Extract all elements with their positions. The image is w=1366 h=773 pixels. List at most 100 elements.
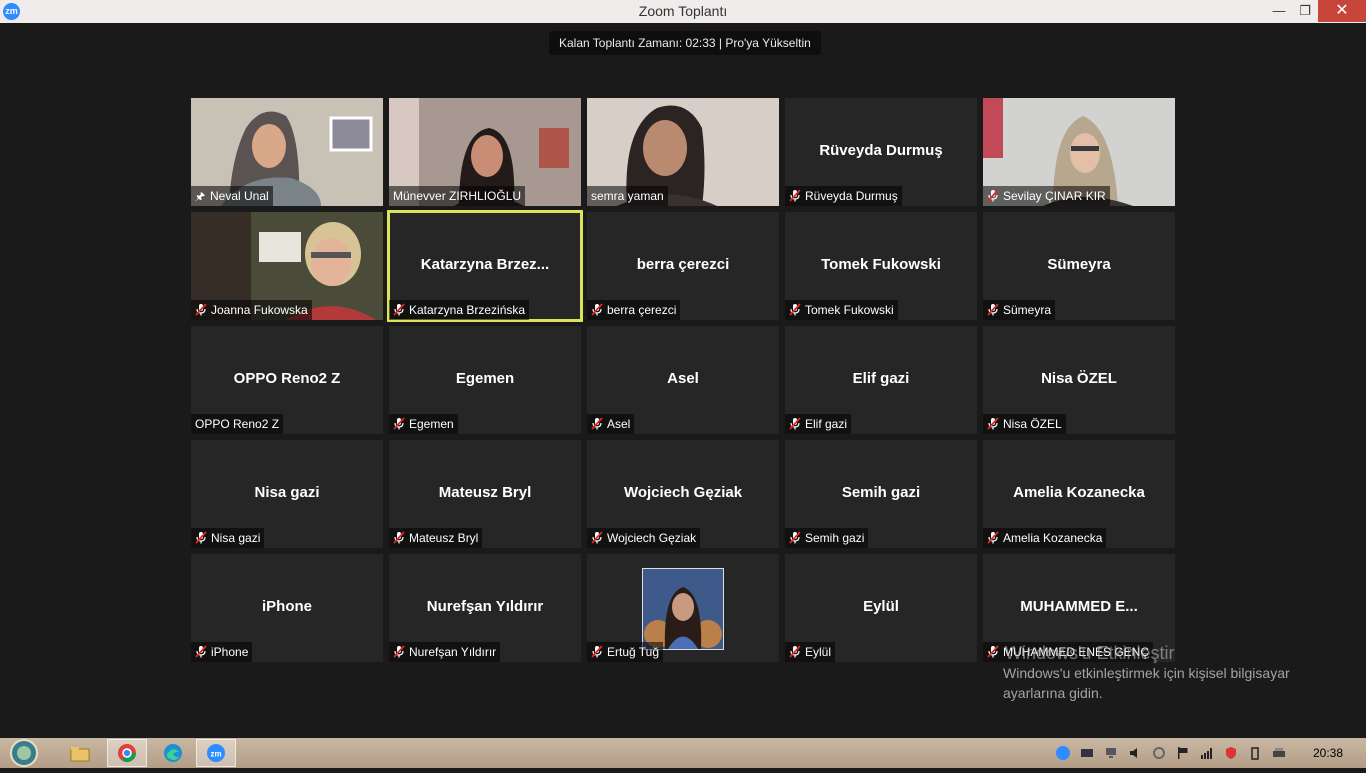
participant-name: iPhone bbox=[211, 645, 249, 659]
muted-mic-icon bbox=[591, 531, 603, 544]
participant-name: OPPO Reno2 Z bbox=[195, 417, 280, 431]
participant-tile[interactable]: 🖈 Neval Unal bbox=[191, 98, 383, 206]
participant-name-label: iPhone bbox=[191, 642, 253, 662]
participant-display-name: Eylül bbox=[863, 598, 899, 615]
network-tray-icon[interactable] bbox=[1104, 746, 1118, 760]
participant-name-label: Joanna Fukowska bbox=[191, 300, 312, 320]
participant-name-label: Nisa ÖZEL bbox=[983, 414, 1066, 434]
participant-gallery: 🖈 Neval Unal Münevver ZIRHLIOĞLU semra yama… bbox=[191, 98, 1175, 662]
participant-tile[interactable]: berra çerezci berra çerezci bbox=[587, 212, 779, 320]
watermark-title: Windows'u Etkinleştir bbox=[1005, 643, 1175, 663]
participant-tile[interactable]: Sümeyra Sümeyra bbox=[983, 212, 1175, 320]
printer-tray-icon[interactable] bbox=[1272, 746, 1286, 760]
participant-name-label: Tomek Fukowski bbox=[785, 300, 898, 320]
signal-strength-icon[interactable] bbox=[1200, 746, 1214, 760]
participant-name-label: 🖈 Neval Unal bbox=[191, 186, 273, 206]
participant-name-label: Egemen bbox=[389, 414, 458, 434]
participant-tile[interactable]: Rüveyda Durmuş Rüveyda Durmuş bbox=[785, 98, 977, 206]
keyboard-tray-icon[interactable] bbox=[1080, 746, 1094, 760]
meeting-time-remaining-banner[interactable]: Kalan Toplantı Zamanı: 02:33 | Pro'ya Yü… bbox=[549, 31, 821, 55]
participant-name-label: Semih gazi bbox=[785, 528, 869, 548]
participant-name-label: Nisa gazi bbox=[191, 528, 265, 548]
volume-icon[interactable] bbox=[1128, 746, 1142, 760]
participant-name-label: Münevver ZIRHLIOĞLU bbox=[389, 186, 526, 206]
participant-name-label: Rüveyda Durmuş bbox=[785, 186, 902, 206]
maximize-button[interactable]: ❐ bbox=[1290, 0, 1320, 22]
close-button[interactable]: ✕ bbox=[1318, 0, 1366, 22]
participant-name: Joanna Fukowska bbox=[211, 303, 308, 317]
muted-mic-icon bbox=[789, 303, 801, 316]
participant-tile[interactable]: Elif gazi Elif gazi bbox=[785, 326, 977, 434]
file-explorer-icon[interactable] bbox=[60, 739, 100, 767]
participant-name: Egemen bbox=[409, 417, 454, 431]
participant-tile[interactable]: Amelia Kozanecka Amelia Kozanecka bbox=[983, 440, 1175, 548]
muted-mic-icon bbox=[393, 531, 405, 544]
participant-display-name: MUHAMMED E... bbox=[1020, 598, 1138, 615]
participant-name-label: Ertuğ Tuğ bbox=[587, 642, 664, 662]
watermark-line-1: Windows'u etkinleştirmek için kişisel bi… bbox=[1003, 665, 1290, 681]
participant-tile[interactable]: Semih gazi Semih gazi bbox=[785, 440, 977, 548]
start-orb-icon[interactable] bbox=[4, 738, 44, 767]
antivirus-shield-icon[interactable] bbox=[1224, 746, 1238, 760]
zoom-tray-icon[interactable] bbox=[1056, 746, 1070, 760]
participant-tile[interactable]: Asel Asel bbox=[587, 326, 779, 434]
participant-tile[interactable]: Nisa gazi Nisa gazi bbox=[191, 440, 383, 548]
participant-tile[interactable]: OPPO Reno2 Z OPPO Reno2 Z bbox=[191, 326, 383, 434]
watermark-line-2: ayarlarına gidin. bbox=[1003, 685, 1103, 701]
participant-display-name: Amelia Kozanecka bbox=[1013, 484, 1145, 501]
window-title-bar[interactable]: zm Zoom Toplantı — ❐ ✕ bbox=[0, 0, 1366, 23]
muted-mic-icon bbox=[789, 531, 801, 544]
participant-name: Nisa gazi bbox=[211, 531, 261, 545]
muted-mic-icon bbox=[591, 303, 603, 316]
muted-mic-icon bbox=[393, 645, 405, 658]
participant-display-name: Sümeyra bbox=[1047, 256, 1111, 273]
participant-name: Amelia Kozanecka bbox=[1003, 531, 1103, 545]
window-title: Zoom Toplantı bbox=[638, 3, 728, 19]
participant-tile[interactable]: Nisa ÖZEL Nisa ÖZEL bbox=[983, 326, 1175, 434]
participant-name-label: Mateusz Bryl bbox=[389, 528, 483, 548]
participant-name: Eylül bbox=[805, 645, 832, 659]
participant-tile[interactable]: Katarzyna Brzez... Katarzyna Brzezińska bbox=[387, 210, 583, 322]
participant-name-label: Sümeyra bbox=[983, 300, 1056, 320]
participant-tile[interactable]: semra yaman bbox=[587, 98, 779, 206]
participant-tile[interactable]: Nurefşan Yıldırır Nurefşan Yıldırır bbox=[389, 554, 581, 662]
participant-tile[interactable]: Eylül Eylül bbox=[785, 554, 977, 662]
participant-name: Elif gazi bbox=[805, 417, 848, 431]
settings-tray-icon[interactable] bbox=[1152, 746, 1166, 760]
participant-name: Sümeyra bbox=[1003, 303, 1052, 317]
participant-tile[interactable]: Egemen Egemen bbox=[389, 326, 581, 434]
muted-mic-icon bbox=[987, 417, 999, 430]
participant-name: Wojciech Gęziak bbox=[607, 531, 697, 545]
participant-name-label: Elif gazi bbox=[785, 414, 852, 434]
participant-name-label: Nurefşan Yıldırır bbox=[389, 642, 501, 662]
muted-mic-icon bbox=[591, 417, 603, 430]
participant-tile[interactable]: Wojciech Gęziak Wojciech Gęziak bbox=[587, 440, 779, 548]
participant-name-label: Wojciech Gęziak bbox=[587, 528, 701, 548]
svg-text:zm: zm bbox=[210, 750, 221, 759]
edge-icon[interactable] bbox=[153, 739, 193, 767]
zoom-icon[interactable]: zm bbox=[196, 739, 236, 767]
participant-name: berra çerezci bbox=[607, 303, 677, 317]
participant-name-label: Katarzyna Brzezińska bbox=[389, 300, 530, 320]
power-battery-icon[interactable] bbox=[1248, 746, 1262, 760]
chrome-icon[interactable] bbox=[107, 739, 147, 767]
participant-tile[interactable]: Ertuğ Tuğ bbox=[587, 554, 779, 662]
participant-tile[interactable]: Sevilay ÇINAR KIR bbox=[983, 98, 1175, 206]
action-center-flag-icon[interactable] bbox=[1176, 746, 1190, 760]
muted-mic-icon bbox=[393, 303, 405, 316]
muted-mic-icon bbox=[195, 645, 207, 658]
participant-tile[interactable]: iPhone iPhone bbox=[191, 554, 383, 662]
participant-tile[interactable]: Mateusz Bryl Mateusz Bryl bbox=[389, 440, 581, 548]
participant-tile[interactable]: Münevver ZIRHLIOĞLU bbox=[389, 98, 581, 206]
participant-tile[interactable]: Joanna Fukowska bbox=[191, 212, 383, 320]
participant-tile[interactable]: Tomek Fukowski Tomek Fukowski bbox=[785, 212, 977, 320]
taskbar-clock[interactable]: 20:38 bbox=[1313, 746, 1343, 760]
participant-display-name: Wojciech Gęziak bbox=[623, 484, 743, 501]
participant-name: Ertuğ Tuğ bbox=[607, 645, 660, 659]
participant-name: Mateusz Bryl bbox=[409, 531, 479, 545]
participant-display-name: Tomek Fukowski bbox=[821, 256, 941, 273]
muted-mic-icon bbox=[591, 645, 603, 658]
participant-name: Sevilay ÇINAR KIR bbox=[1003, 189, 1106, 203]
participant-name-label: Eylül bbox=[785, 642, 836, 662]
muted-mic-icon bbox=[393, 417, 405, 430]
